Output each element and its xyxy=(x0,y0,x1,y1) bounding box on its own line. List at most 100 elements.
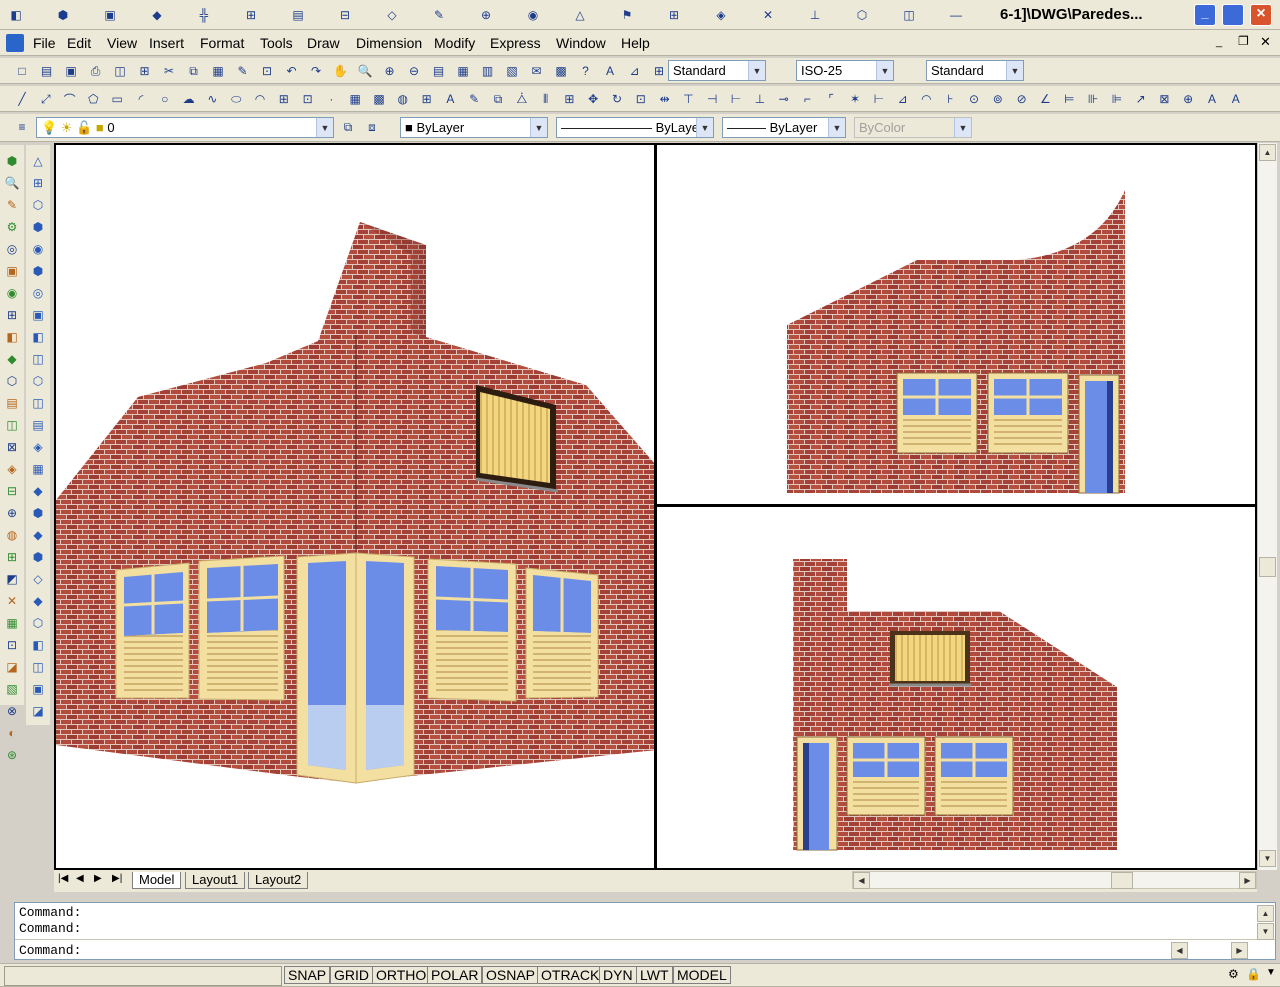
menu-edit[interactable]: Edit xyxy=(67,35,91,51)
dim-ordinate-icon[interactable]: ⊦ xyxy=(940,89,960,109)
circle-icon[interactable]: ○ xyxy=(155,89,175,109)
app-icon[interactable] xyxy=(6,34,24,52)
render-tool-26-icon[interactable]: ⊗ xyxy=(2,701,22,721)
doc-close-icon[interactable]: ✕ xyxy=(1260,34,1271,50)
tool-5-icon[interactable]: ╬ xyxy=(194,5,214,25)
table-style-select[interactable]: Standard ▼ xyxy=(926,60,1024,81)
status-snap-button[interactable]: SNAP xyxy=(284,966,331,984)
restore-button[interactable] xyxy=(1222,4,1244,26)
tool-4-icon[interactable]: ◆ xyxy=(147,5,167,25)
design-center-icon[interactable]: ▦ xyxy=(453,61,473,81)
tab-layout2[interactable]: Layout2 xyxy=(248,872,309,889)
command-scroll-down[interactable]: ▼ xyxy=(1257,923,1274,940)
render-tool-5-icon[interactable]: ◎ xyxy=(2,239,22,259)
dim-jogged-icon[interactable]: ⊚ xyxy=(988,89,1008,109)
zoom-realtime-icon[interactable]: 🔍 xyxy=(355,61,375,81)
viewport-elevation-side[interactable] xyxy=(657,507,1255,868)
command-hscroll-right[interactable]: ▶ xyxy=(1231,942,1248,959)
tool-20-icon[interactable]: ◫ xyxy=(899,5,919,25)
doc-minimize-icon[interactable]: _ xyxy=(1216,36,1222,48)
render-tool-12-icon[interactable]: ▤ xyxy=(2,393,22,413)
block-editor-icon[interactable]: ⊡ xyxy=(257,61,277,81)
render-tool-22-icon[interactable]: ▦ xyxy=(2,613,22,633)
make-object-layer-current-icon[interactable]: ⧉ xyxy=(338,117,358,137)
revision-cloud-icon[interactable]: ☁ xyxy=(179,89,199,109)
solids-tool-22-icon[interactable]: ⬡ xyxy=(28,613,48,633)
render-tool-7-icon[interactable]: ◉ xyxy=(2,283,22,303)
rectangle-icon[interactable]: ▭ xyxy=(107,89,127,109)
polygon-icon[interactable]: ⬠ xyxy=(83,89,103,109)
mtext-icon[interactable]: A xyxy=(440,89,460,109)
offset-icon[interactable]: ⫴ xyxy=(536,89,556,109)
tray-settings-icon[interactable]: ⚙ xyxy=(1228,967,1239,981)
stretch-icon[interactable]: ⇹ xyxy=(655,89,675,109)
solids-tool-7-icon[interactable]: ◎ xyxy=(28,283,48,303)
tool-21-icon[interactable]: — xyxy=(946,5,966,25)
dim-edit-icon[interactable]: A xyxy=(1202,89,1222,109)
array-icon[interactable]: ⊞ xyxy=(559,89,579,109)
break-point-icon[interactable]: ⊢ xyxy=(726,89,746,109)
quick-dim-icon[interactable]: ⊨ xyxy=(1059,89,1079,109)
render-tool-17-icon[interactable]: ⊕ xyxy=(2,503,22,523)
explode-icon[interactable]: ✶ xyxy=(845,89,865,109)
layer-select[interactable]: 💡 ☀ 🔓 ■ 0 ▼ xyxy=(36,117,334,138)
tool-13-icon[interactable]: △ xyxy=(570,5,590,25)
scroll-up-button[interactable]: ▲ xyxy=(1259,144,1276,161)
dim-style-select[interactable]: ISO-25 ▼ xyxy=(796,60,894,81)
cut-icon[interactable]: ✂ xyxy=(159,61,179,81)
tool-3-icon[interactable]: ▣ xyxy=(100,5,120,25)
solids-tool-5-icon[interactable]: ◉ xyxy=(28,239,48,259)
tool-8-icon[interactable]: ⊟ xyxy=(335,5,355,25)
erase-icon[interactable]: ✎ xyxy=(464,89,484,109)
paste-icon[interactable]: ▦ xyxy=(208,61,228,81)
doc-restore-icon[interactable]: ❐ xyxy=(1238,34,1249,48)
status-osnap-button[interactable]: OSNAP xyxy=(482,966,540,984)
tool-9-icon[interactable]: ◇ xyxy=(382,5,402,25)
layer-manager-icon[interactable]: ≡ xyxy=(12,117,32,137)
render-tool-4-icon[interactable]: ⚙ xyxy=(2,217,22,237)
close-button[interactable]: × xyxy=(1250,4,1272,26)
solids-tool-14-icon[interactable]: ◈ xyxy=(28,437,48,457)
zoom-previous-icon[interactable]: ⊖ xyxy=(404,61,424,81)
tool-12-icon[interactable]: ◉ xyxy=(523,5,543,25)
lineweight-control-select[interactable]: ——— ByLayer ▼ xyxy=(722,117,846,138)
tool-6-icon[interactable]: ⊞ xyxy=(241,5,261,25)
scroll-thumb-horizontal[interactable] xyxy=(1111,872,1133,889)
horizontal-scrollbar[interactable]: ◀ ▶ xyxy=(852,871,1257,889)
qleader-icon[interactable]: ↗ xyxy=(1131,89,1151,109)
tab-model[interactable]: Model xyxy=(132,872,182,889)
sheet-set-icon[interactable]: ▧ xyxy=(502,61,522,81)
insert-block-icon[interactable]: ⊞ xyxy=(274,89,294,109)
gradient-icon[interactable]: ▩ xyxy=(369,89,389,109)
dim-aligned-icon[interactable]: ⊿ xyxy=(893,89,913,109)
menu-format[interactable]: Format xyxy=(200,35,244,51)
render-tool-24-icon[interactable]: ◪ xyxy=(2,657,22,677)
publish-icon[interactable]: ⊞ xyxy=(135,61,155,81)
render-tool-23-icon[interactable]: ⊡ xyxy=(2,635,22,655)
properties-icon[interactable]: ▤ xyxy=(429,61,449,81)
render-tool-15-icon[interactable]: ◈ xyxy=(2,459,22,479)
viewport-elevation-front[interactable] xyxy=(657,145,1255,504)
tab-next-icon[interactable]: ▶ xyxy=(94,873,102,884)
trim-icon[interactable]: ⊤ xyxy=(678,89,698,109)
solids-tool-18-icon[interactable]: ◆ xyxy=(28,525,48,545)
tool-17-icon[interactable]: ✕ xyxy=(758,5,778,25)
plot-preview-icon[interactable]: ◫ xyxy=(110,61,130,81)
ellipse-icon[interactable]: ⬭ xyxy=(226,89,246,109)
fillet-icon[interactable]: ⌜ xyxy=(821,89,841,109)
point-icon[interactable]: · xyxy=(321,89,341,109)
menu-tools[interactable]: Tools xyxy=(260,35,293,51)
menu-dimension[interactable]: Dimension xyxy=(356,35,422,51)
dim-text-edit-icon[interactable]: A xyxy=(1226,89,1246,109)
render-tool-14-icon[interactable]: ⊠ xyxy=(2,437,22,457)
chamfer-icon[interactable]: ⌐ xyxy=(797,89,817,109)
table-style-icon[interactable]: ⊞ xyxy=(649,61,669,81)
menu-view[interactable]: View xyxy=(107,35,137,51)
solids-tool-6-icon[interactable]: ⬢ xyxy=(28,261,48,281)
center-mark-icon[interactable]: ⊕ xyxy=(1178,89,1198,109)
menu-file[interactable]: File xyxy=(33,35,56,51)
dim-radius-icon[interactable]: ⊙ xyxy=(964,89,984,109)
tool-16-icon[interactable]: ◈ xyxy=(711,5,731,25)
tool-1-icon[interactable]: ◧ xyxy=(6,5,26,25)
dim-linear-icon[interactable]: ⊢ xyxy=(869,89,889,109)
